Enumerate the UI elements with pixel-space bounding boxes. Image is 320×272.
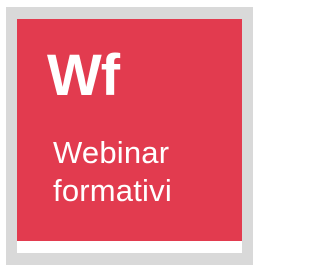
- logo-abbreviation: Wf: [47, 43, 120, 108]
- logo-text-line2: formativi: [53, 173, 172, 208]
- logo-tile-bottom-band: [17, 241, 242, 253]
- logo-text-line1: Webinar: [53, 135, 170, 170]
